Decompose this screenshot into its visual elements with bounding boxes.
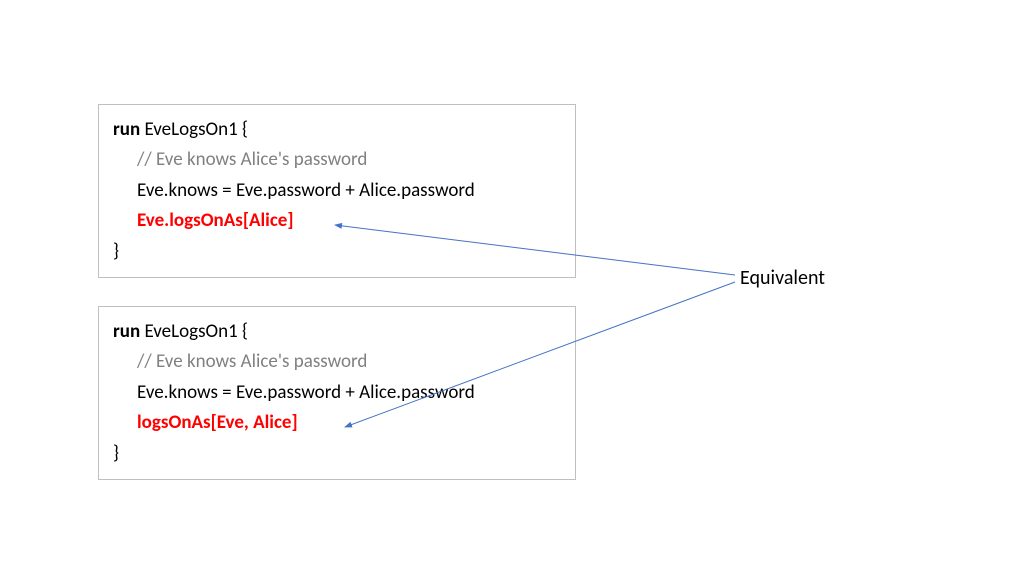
arrows-svg	[0, 0, 1024, 576]
comment-line: // Eve knows Alice's password	[113, 145, 561, 175]
highlight-line-2: logsOnAs[Eve, Alice]	[113, 408, 561, 438]
equivalent-label: Equivalent	[740, 266, 825, 290]
line-1: run EveLogsOn1 {	[113, 317, 561, 347]
code-line: Eve.knows = Eve.password + Alice.passwor…	[113, 378, 561, 408]
code-box-2: run EveLogsOn1 { // Eve knows Alice's pa…	[98, 306, 576, 480]
function-name: EveLogsOn1 {	[140, 118, 248, 141]
code-box-1: run EveLogsOn1 { // Eve knows Alice's pa…	[98, 104, 576, 278]
close-brace: }	[113, 237, 561, 267]
function-name: EveLogsOn1 {	[140, 320, 248, 343]
comment-line: // Eve knows Alice's password	[113, 347, 561, 377]
highlight-line-1: Eve.logsOnAs[Alice]	[113, 206, 561, 236]
keyword-run: run	[113, 118, 140, 141]
close-brace: }	[113, 439, 561, 469]
keyword-run: run	[113, 320, 140, 343]
line-1: run EveLogsOn1 {	[113, 115, 561, 145]
code-line: Eve.knows = Eve.password + Alice.passwor…	[113, 176, 561, 206]
